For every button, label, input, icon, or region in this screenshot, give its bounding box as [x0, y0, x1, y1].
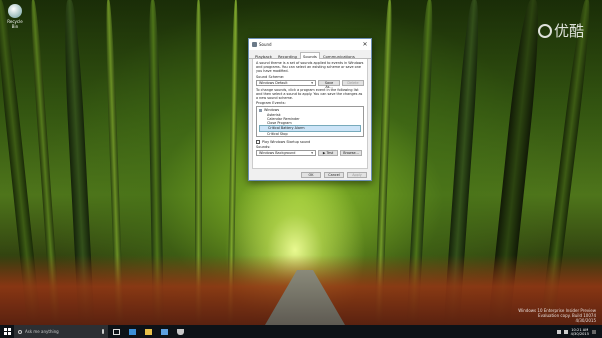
- tab-recording[interactable]: Recording: [275, 52, 300, 59]
- taskbar-app-explorer[interactable]: [140, 325, 156, 338]
- event-label: Close Program: [267, 121, 292, 126]
- intro-text: A sound theme is a set of sounds applied…: [256, 61, 364, 74]
- event-label: Critical Battery Alarm: [268, 126, 305, 131]
- taskbar-app-browser[interactable]: [124, 325, 140, 338]
- scheme-label: Sound Scheme:: [256, 74, 285, 79]
- dialog-title: Sound: [259, 42, 272, 47]
- dialog-titlebar[interactable]: Sound ✕: [249, 39, 371, 50]
- close-button[interactable]: ✕: [359, 39, 371, 50]
- browser-icon: [128, 328, 136, 335]
- watermark-text: 优酷: [553, 22, 584, 40]
- network-icon[interactable]: [556, 329, 561, 334]
- windows-icon: [259, 108, 262, 112]
- folder-icon: [144, 328, 152, 335]
- video-watermark: 优酷: [537, 20, 584, 41]
- apply-button[interactable]: Apply: [347, 171, 367, 178]
- sound-scheme-select[interactable]: Windows Default ▾: [256, 79, 316, 86]
- recycle-bin-desktop-icon[interactable]: Recycle Bin: [4, 4, 26, 29]
- taskbar: Ask me anything 10:21 AM 4/30/2015: [0, 325, 602, 338]
- events-label: Program Events:: [256, 101, 286, 106]
- chevron-down-icon: ▾: [311, 151, 313, 156]
- browse-button[interactable]: Browse...: [340, 150, 362, 157]
- speaker-icon: [252, 42, 257, 47]
- clock-time: 10:21 AM: [571, 327, 589, 332]
- shield-icon: [176, 328, 184, 335]
- delete-button[interactable]: Delete: [342, 79, 364, 86]
- start-button[interactable]: [0, 325, 14, 338]
- instructions-text: To change sounds, click a program event …: [256, 87, 363, 101]
- list-item[interactable]: Critical Stop: [259, 132, 361, 136]
- cancel-button[interactable]: Cancel: [324, 171, 344, 178]
- microphone-icon[interactable]: [102, 329, 104, 334]
- chevron-down-icon: ▾: [311, 80, 313, 85]
- test-button[interactable]: ▶ Test: [318, 150, 338, 157]
- program-events-list[interactable]: Windows Asterisk Calendar Reminder Close…: [256, 106, 364, 138]
- build-info: Windows 10 Enterprise Insider Preview Ev…: [518, 308, 596, 323]
- startup-sound-label: Play Windows Startup sound: [262, 140, 311, 145]
- build-info-line: 4/30/2015: [575, 318, 596, 323]
- sounds-label: Sounds:: [256, 145, 271, 150]
- task-view-icon: [112, 328, 120, 335]
- ok-button[interactable]: OK: [301, 171, 321, 178]
- store-icon: [160, 328, 168, 335]
- startup-sound-checkbox[interactable]: Play Windows Startup sound: [256, 140, 364, 145]
- tab-communications[interactable]: Communications: [320, 52, 358, 59]
- sounds-panel: A sound theme is a set of sounds applied…: [252, 59, 368, 169]
- sounds-select[interactable]: Windows Background ▾: [256, 150, 316, 157]
- youku-logo-icon: [537, 23, 552, 38]
- scheme-value: Windows Default: [259, 80, 288, 85]
- checkbox-box[interactable]: [256, 140, 260, 145]
- system-tray: 10:21 AM 4/30/2015: [556, 328, 602, 336]
- search-icon: [18, 329, 22, 334]
- desktop-icon-label: Recycle Bin: [7, 19, 23, 29]
- task-view-button[interactable]: [108, 325, 124, 338]
- volume-icon[interactable]: [563, 329, 568, 334]
- tab-sounds[interactable]: Sounds: [299, 52, 320, 59]
- taskbar-app-security[interactable]: [172, 325, 188, 338]
- dialog-tabs: Playback Recording Sounds Communications: [249, 50, 371, 59]
- sound-dialog: Sound ✕ Playback Recording Sounds Commun…: [248, 38, 372, 181]
- taskbar-app-store[interactable]: [156, 325, 172, 338]
- taskbar-clock[interactable]: 10:21 AM 4/30/2015: [571, 328, 589, 336]
- dialog-footer: OK Cancel Apply: [249, 169, 371, 180]
- search-placeholder: Ask me anything: [25, 329, 59, 334]
- sound-value: Windows Background: [259, 151, 296, 156]
- windows-logo-icon: [3, 328, 11, 335]
- save-as-button[interactable]: Save As...: [318, 79, 340, 89]
- notifications-icon[interactable]: [592, 329, 596, 334]
- tab-playback[interactable]: Playback: [252, 52, 275, 59]
- event-label: Critical Stop: [267, 131, 288, 136]
- cortana-search-box[interactable]: Ask me anything: [14, 325, 108, 338]
- clock-date: 4/30/2015: [570, 331, 589, 336]
- recycle-bin-icon: [8, 4, 22, 18]
